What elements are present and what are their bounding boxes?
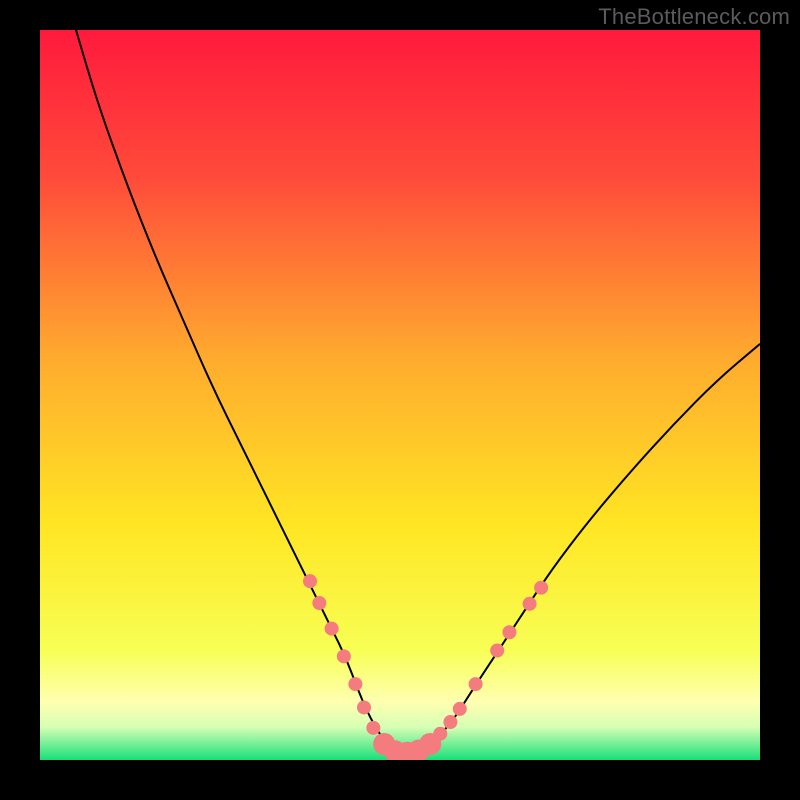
highlight-dot — [433, 727, 447, 741]
highlight-dot — [523, 597, 537, 611]
highlight-dot — [312, 596, 326, 610]
highlight-dot — [443, 715, 457, 729]
highlight-dot — [490, 644, 504, 658]
highlight-dot — [502, 625, 516, 639]
highlight-dot — [337, 649, 351, 663]
highlight-dot — [348, 677, 362, 691]
chart-background-gradient — [40, 30, 760, 760]
highlight-dot — [453, 702, 467, 716]
chart-plot-area — [40, 30, 760, 760]
highlight-dot — [325, 622, 339, 636]
highlight-dot — [357, 700, 371, 714]
watermark-source: TheBottleneck.com — [598, 4, 790, 30]
highlight-dot — [534, 581, 548, 595]
highlight-dot — [469, 677, 483, 691]
highlight-dot — [303, 574, 317, 588]
bottleneck-chart-svg — [40, 30, 760, 760]
highlight-dot — [366, 721, 380, 735]
